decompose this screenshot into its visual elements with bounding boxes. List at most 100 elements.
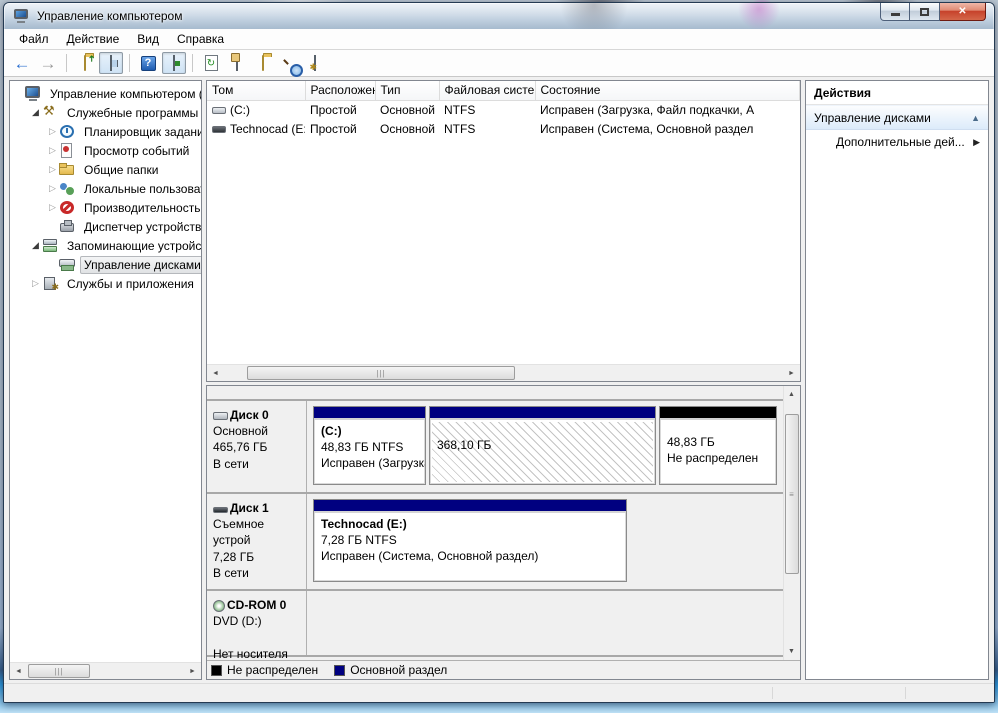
cell-volume: (C:) xyxy=(207,100,305,119)
partition-stripe xyxy=(430,407,655,420)
tree-item[interactable]: Диспетчер устройств xyxy=(10,217,201,236)
title-bar[interactable]: Управление компьютером ✕ xyxy=(4,3,994,29)
collapsed-expander-icon[interactable]: ▷ xyxy=(46,145,59,156)
storage-icon xyxy=(42,238,58,253)
partition-info: 368,10 ГБ xyxy=(430,420,655,456)
scrollbar-thumb[interactable]: ||| xyxy=(28,664,90,678)
properties-button[interactable] xyxy=(225,52,249,74)
scroll-up-icon[interactable]: ▲ xyxy=(783,386,800,403)
partition-info: 48,83 ГБНе распределен xyxy=(660,420,776,469)
local-users-icon xyxy=(59,181,75,196)
column-header-1[interactable]: Расположение xyxy=(305,81,375,100)
up-folder-button[interactable] xyxy=(73,52,97,74)
table-row[interactable]: Technocad (E:)ПростойОсновнойNTFSИсправе… xyxy=(207,119,800,138)
disk-name-text: Диск 1 xyxy=(230,501,269,515)
toolbar: ←→?↻ xyxy=(4,50,994,77)
tree-item[interactable]: Управление дисками xyxy=(10,255,201,274)
graphical-view-pane: Диск 0Основной465,76 ГБВ сети(C:)48,83 Г… xyxy=(206,385,801,680)
column-header-3[interactable]: Файловая система xyxy=(439,81,535,100)
expanded-expander-icon[interactable]: ◢ xyxy=(29,240,42,251)
disk-info: В сети xyxy=(213,565,302,581)
collapsed-expander-icon[interactable]: ▷ xyxy=(46,164,59,175)
actions-section-disk-management[interactable]: Управление дисками ▲ xyxy=(806,105,988,130)
disk-management-icon xyxy=(59,257,75,272)
scroll-right-icon[interactable]: ► xyxy=(783,365,800,382)
actions-item-more-actions[interactable]: Дополнительные дей... ▶ xyxy=(806,130,988,154)
disk-info: В сети xyxy=(213,456,302,472)
tree-item-label: Диспетчер устройств xyxy=(80,218,201,236)
column-header-0[interactable]: Том xyxy=(207,81,305,100)
refresh-button[interactable]: ↻ xyxy=(199,52,223,74)
column-header-4[interactable]: Состояние xyxy=(535,81,800,100)
tree-horizontal-scrollbar[interactable]: ◄ ||| ► xyxy=(10,662,201,679)
app-icon xyxy=(14,9,30,23)
minimize-button[interactable] xyxy=(880,3,910,21)
scroll-right-icon[interactable]: ► xyxy=(184,663,201,680)
back-button[interactable]: ← xyxy=(10,52,34,74)
find-button[interactable] xyxy=(277,52,301,74)
tree-item[interactable]: ▷Планировщик заданий xyxy=(10,122,201,141)
tree-item-label: Управление компьютером (л xyxy=(46,85,201,103)
partition[interactable]: 368,10 ГБ xyxy=(429,406,656,485)
tree-item[interactable]: ▷ Локальные пользовате xyxy=(10,179,201,198)
volume-icon-light xyxy=(212,107,226,114)
tree-item[interactable]: ▷ Производительность xyxy=(10,198,201,217)
cell-layout: Простой xyxy=(305,100,375,119)
tree-item[interactable]: ▷ Просмотр событий xyxy=(10,141,201,160)
status-bar xyxy=(4,683,994,702)
event-viewer-icon xyxy=(59,143,75,158)
volume-list-horizontal-scrollbar[interactable]: ◄ ||| ► xyxy=(207,364,800,381)
tree-item-label: Производительность xyxy=(80,199,201,217)
tools-icon xyxy=(42,105,58,120)
scrollbar-thumb[interactable]: ||| xyxy=(247,366,515,380)
expanded-expander-icon[interactable]: ◢ xyxy=(29,107,42,118)
open-folder-button[interactable] xyxy=(251,52,275,74)
collapse-icon[interactable]: ▲ xyxy=(971,113,980,123)
console-tree-pane: Управление компьютером (л◢Служебные прог… xyxy=(9,80,202,680)
partition[interactable]: (C:)48,83 ГБ NTFSИсправен (Загрузка, Фа xyxy=(313,406,426,485)
collapsed-expander-icon[interactable]: ▷ xyxy=(46,202,59,213)
scroll-down-icon[interactable]: ▼ xyxy=(783,643,800,660)
tree-item[interactable]: Управление компьютером (л xyxy=(10,84,201,103)
partition[interactable]: Technocad (E:)7,28 ГБ NTFSИсправен (Сист… xyxy=(313,499,627,582)
collapsed-expander-icon[interactable]: ▷ xyxy=(46,183,59,194)
show-action-pane-icon xyxy=(173,56,175,70)
scroll-left-icon[interactable]: ◄ xyxy=(10,663,27,680)
tree-item[interactable]: ◢Служебные программы xyxy=(10,103,201,122)
menu-справка[interactable]: Справка xyxy=(168,30,233,48)
services-icon xyxy=(42,276,58,291)
task-scheduler-icon xyxy=(59,124,75,139)
help-icon: ? xyxy=(141,56,156,71)
collapsed-expander-icon[interactable]: ▷ xyxy=(29,278,42,289)
tree-item[interactable]: ◢Запоминающие устройст xyxy=(10,236,201,255)
table-row[interactable]: (C:)ПростойОсновнойNTFSИсправен (Загрузк… xyxy=(207,100,800,119)
tree-item[interactable]: ▷Общие папки xyxy=(10,160,201,179)
device-manager-icon xyxy=(59,219,75,234)
scrollbar-thumb[interactable]: ≡ xyxy=(785,414,799,574)
close-button[interactable]: ✕ xyxy=(940,3,986,21)
menu-действие[interactable]: Действие xyxy=(58,30,129,48)
toolbar-separator xyxy=(66,54,67,72)
show-action-pane-button[interactable] xyxy=(162,52,186,74)
tree-item-label: Локальные пользовате xyxy=(80,180,201,198)
disk-graphics: Technocad (E:)7,28 ГБ NTFSИсправен (Сист… xyxy=(307,494,783,589)
scroll-left-icon[interactable]: ◄ xyxy=(207,365,224,382)
performance-icon xyxy=(59,200,75,215)
help-button[interactable]: ? xyxy=(136,52,160,74)
collapsed-expander-icon[interactable]: ▷ xyxy=(46,126,59,137)
tree-item-label: Просмотр событий xyxy=(80,142,193,160)
cell-layout: Простой xyxy=(305,119,375,138)
disk-name: CD-ROM 0 xyxy=(213,597,302,613)
tree-item[interactable]: ▷ Службы и приложения xyxy=(10,274,201,293)
column-header-2[interactable]: Тип xyxy=(375,81,439,100)
graphical-view-vertical-scrollbar[interactable]: ▲ ≡ ▼ xyxy=(783,386,800,660)
menu-вид[interactable]: Вид xyxy=(128,30,168,48)
partition[interactable]: 48,83 ГБНе распределен xyxy=(659,406,777,485)
manage-icon xyxy=(314,56,316,70)
menu-файл[interactable]: Файл xyxy=(10,30,58,48)
show-console-tree-button[interactable] xyxy=(99,52,123,74)
tree-item-label: Службы и приложения xyxy=(63,275,198,293)
legend-swatch xyxy=(211,665,222,676)
manage-button[interactable] xyxy=(303,52,327,74)
maximize-button[interactable] xyxy=(910,3,940,21)
